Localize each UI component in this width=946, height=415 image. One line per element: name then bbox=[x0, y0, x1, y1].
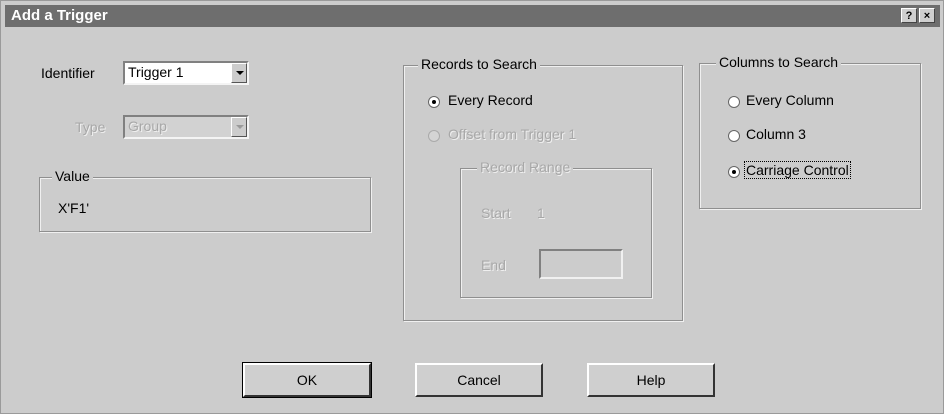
chevron-down-icon[interactable] bbox=[231, 117, 247, 137]
cancel-button[interactable]: Cancel bbox=[415, 363, 543, 397]
columns-to-search-groupbox: Columns to Search Every Column Column 3 … bbox=[699, 54, 921, 209]
offset-label[interactable]: Offset from Trigger 1 bbox=[448, 126, 576, 142]
end-label: End bbox=[481, 257, 506, 273]
type-label: Type bbox=[75, 119, 106, 135]
identifier-combobox[interactable]: Trigger 1 bbox=[123, 61, 249, 85]
value-group-title: Value bbox=[52, 168, 93, 184]
value-groupbox: Value X'F1' bbox=[39, 168, 371, 232]
columns-to-search-title: Columns to Search bbox=[716, 54, 842, 70]
every-column-radio[interactable] bbox=[728, 96, 740, 108]
record-range-title: Record Range bbox=[477, 159, 574, 175]
ok-button[interactable]: OK bbox=[242, 362, 372, 398]
every-record-label[interactable]: Every Record bbox=[448, 92, 533, 108]
chevron-down-icon[interactable] bbox=[231, 63, 247, 83]
start-label: Start bbox=[481, 205, 511, 221]
carriage-control-radio[interactable] bbox=[728, 166, 740, 178]
help-button[interactable]: Help bbox=[587, 363, 715, 397]
record-range-groupbox: Record Range Start 1 End bbox=[460, 159, 652, 298]
end-field[interactable] bbox=[539, 249, 623, 279]
title-bar: Add a Trigger ? × bbox=[5, 5, 940, 27]
add-trigger-dialog: Add a Trigger ? × Identifier Trigger 1 T… bbox=[0, 0, 944, 414]
type-combobox[interactable]: Group bbox=[123, 115, 249, 139]
column-3-radio[interactable] bbox=[728, 130, 740, 142]
carriage-control-label[interactable]: Carriage Control bbox=[744, 161, 851, 179]
close-icon[interactable]: × bbox=[919, 8, 935, 23]
column-3-label[interactable]: Column 3 bbox=[746, 126, 806, 142]
type-value: Group bbox=[128, 118, 167, 134]
every-record-radio[interactable] bbox=[428, 96, 440, 108]
help-icon[interactable]: ? bbox=[901, 8, 917, 23]
value-text: X'F1' bbox=[58, 200, 90, 216]
start-value: 1 bbox=[537, 205, 545, 221]
every-column-label[interactable]: Every Column bbox=[746, 92, 834, 108]
identifier-value: Trigger 1 bbox=[128, 64, 184, 80]
offset-radio[interactable] bbox=[428, 130, 440, 142]
window-title: Add a Trigger bbox=[11, 7, 108, 24]
identifier-label: Identifier bbox=[41, 65, 95, 81]
records-to-search-groupbox: Records to Search Every Record Offset fr… bbox=[403, 56, 683, 321]
records-to-search-title: Records to Search bbox=[418, 56, 540, 72]
